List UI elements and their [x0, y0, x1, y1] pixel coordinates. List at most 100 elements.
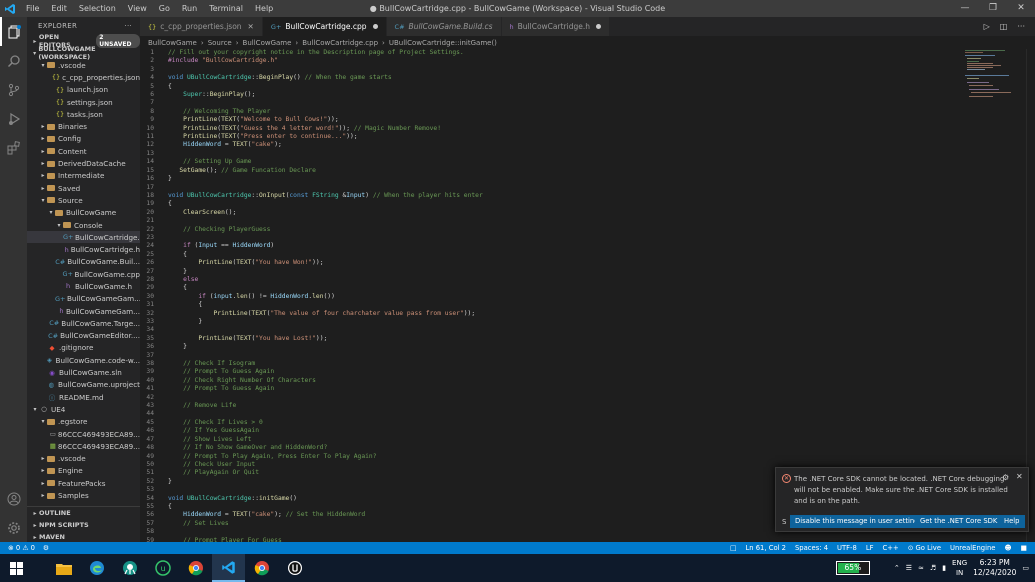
go-live-button[interactable]: ⊙ Go Live [908, 544, 941, 552]
encoding[interactable]: UTF-8 [837, 544, 857, 552]
language-mode[interactable]: C++ [883, 544, 899, 552]
tree-file[interactable]: ▭ 86CCC469493ECA89... [27, 428, 140, 440]
tree-file[interactable]: {} launch.json [27, 84, 140, 96]
unsaved-dot-icon[interactable] [595, 24, 601, 29]
get-dotnet-sdk-button[interactable]: Get the .NET Core SDK [915, 515, 1003, 528]
tree-file[interactable]: ⓘ README.md [27, 391, 140, 403]
disable-message-button[interactable]: Disable this message in user settings [790, 515, 928, 528]
minimap[interactable] [963, 49, 1025, 99]
minimize-icon[interactable]: — [951, 0, 979, 17]
tree-folder[interactable]: ▸ Samples [27, 489, 140, 501]
tree-folder[interactable]: ▸ .vscode [27, 453, 140, 465]
menu-item-selection[interactable]: Selection [73, 4, 122, 13]
edge-browser-icon[interactable] [80, 554, 113, 582]
tree-file[interactable]: G+BullCowCartridge.c... [27, 231, 140, 244]
volume-icon[interactable]: ♬ [930, 564, 936, 572]
chrome-icon[interactable] [179, 554, 212, 582]
wifi-icon[interactable]: ≈ [918, 564, 924, 572]
tree-folder[interactable]: ▾ .egstore [27, 416, 140, 428]
menu-item-view[interactable]: View [122, 4, 153, 13]
tree-file[interactable]: h BullCowGameGam... [27, 305, 140, 317]
tree-file[interactable]: G+ BullCowGame.cpp [27, 268, 140, 280]
tree-folder[interactable]: ▸ Binaries [27, 120, 140, 132]
source-control-icon[interactable] [0, 75, 27, 104]
menu-item-go[interactable]: Go [153, 4, 176, 13]
vscode-taskbar-icon[interactable] [212, 554, 245, 582]
unreal-engine-status[interactable]: UnrealEngine [950, 544, 995, 552]
editor-tab[interactable]: {} c_cpp_properties.json ✕ [140, 17, 263, 36]
clock[interactable]: 6:23 PM 12/24/2020 [973, 558, 1016, 578]
chevron-up-icon[interactable]: ⌃ [894, 564, 900, 572]
restore-icon[interactable]: ❐ [979, 0, 1007, 17]
battery-indicator[interactable]: 65% [835, 561, 870, 575]
close-window-icon[interactable]: ✕ [1007, 0, 1035, 17]
manage-gear-icon[interactable] [0, 513, 27, 542]
bell-icon[interactable]: □ [730, 544, 736, 552]
unreal-engine-icon[interactable] [278, 554, 311, 582]
workspace-section[interactable]: ▾ BULLCOWGAME (WORKSPACE) [27, 45, 140, 61]
maven-section[interactable]: ▸ MAVEN [27, 531, 140, 542]
cursor-position[interactable]: Ln 61, Col 2 [745, 544, 786, 552]
npm-scripts-section[interactable]: ▸ NPM SCRIPTS [27, 519, 140, 531]
help-button[interactable]: Help [999, 515, 1025, 528]
editor-tab[interactable]: C# BullCowGame.Build.cs [386, 17, 502, 36]
tree-file[interactable]: h BullCowGame.h [27, 280, 140, 292]
tree-file[interactable]: ◉ BullCowGame.sln [27, 366, 140, 378]
broadcast-icon[interactable]: ⚙ [43, 544, 49, 552]
breadcrumb-item[interactable]: Source [208, 39, 232, 47]
tree-file[interactable]: {} tasks.json [27, 108, 140, 120]
tree-file[interactable]: h BullCowCartridge.h [27, 243, 140, 255]
tree-folder[interactable]: ▾ Source [27, 194, 140, 206]
run-debug-icon[interactable] [0, 104, 27, 133]
close-tab-icon[interactable]: ✕ [248, 22, 254, 31]
menu-item-edit[interactable]: Edit [45, 4, 73, 13]
close-icon[interactable]: ✕ [1016, 472, 1023, 481]
breadcrumb-item[interactable]: BullCowCartridge.cpp [302, 39, 378, 47]
gear-icon[interactable]: ⚙ [1002, 473, 1009, 482]
tree-file[interactable]: {} settings.json [27, 96, 140, 108]
tree-folder[interactable]: ▸ Config [27, 133, 140, 145]
chrome-profile-icon[interactable] [245, 554, 278, 582]
notifications-bell-icon[interactable]: ■ [1021, 544, 1027, 552]
tree-file[interactable]: G+ BullCowGameGam... [27, 293, 140, 305]
extensions-icon[interactable] [0, 133, 27, 162]
editor-tab[interactable]: G+ BullCowCartridge.cpp [262, 17, 387, 36]
tree-file[interactable]: ◈ BullCowGame.code-w... [27, 354, 140, 366]
explorer-icon[interactable] [0, 17, 27, 46]
problems-indicator[interactable]: ⊗ 0 ⚠ 0 [8, 544, 35, 552]
network-icon[interactable]: ☰ [906, 564, 912, 572]
tree-folder[interactable]: ▸ Engine [27, 465, 140, 477]
menu-item-run[interactable]: Run [176, 4, 203, 13]
tree-file[interactable]: C# BullCowGame.Buil... [27, 256, 140, 268]
search-icon[interactable] [0, 46, 27, 75]
tree-folder[interactable]: ▸ FeaturePacks [27, 477, 140, 489]
account-icon[interactable] [0, 484, 27, 513]
menu-item-file[interactable]: File [20, 4, 45, 13]
gitkraken-icon[interactable] [113, 554, 146, 582]
action-center-icon[interactable]: ▭ [1022, 564, 1029, 572]
tree-folder[interactable]: ▸ DerivedDataCache [27, 157, 140, 169]
indentation[interactable]: Spaces: 4 [795, 544, 828, 552]
feedback-icon[interactable]: ☻ [1004, 544, 1011, 552]
tree-file[interactable]: ◍ BullCowGame.uproject [27, 379, 140, 391]
menu-item-terminal[interactable]: Terminal [203, 4, 249, 13]
tree-folder[interactable]: ▸ Content [27, 145, 140, 157]
tree-folder[interactable]: ▾ ○ UE4 [27, 403, 140, 415]
tree-folder[interactable]: ▾ BullCowGame [27, 207, 140, 219]
breadcrumb-item[interactable]: UBullCowCartridge::initGame() [389, 39, 497, 47]
breadcrumb-item[interactable]: BullCowGame [243, 39, 292, 47]
more-actions-icon[interactable]: ··· [124, 22, 132, 30]
tree-folder[interactable]: ▸ Saved [27, 182, 140, 194]
file-explorer-icon[interactable] [47, 554, 80, 582]
end-of-line[interactable]: LF [866, 544, 874, 552]
tree-file[interactable]: C# BullCowGameEditor.... [27, 330, 140, 342]
menu-item-help[interactable]: Help [249, 4, 279, 13]
split-editor-icon[interactable]: ◫ [1000, 22, 1008, 31]
editor-tab[interactable]: h BullCowCartridge.h [501, 17, 610, 36]
tree-folder[interactable]: ▾ Console [27, 219, 140, 231]
battery-tray-icon[interactable]: ▮ [942, 564, 946, 572]
input-language[interactable]: ENG IN [952, 558, 967, 578]
tree-file[interactable]: C# BullCowGame.Targe... [27, 317, 140, 329]
upwork-icon[interactable]: u [146, 554, 179, 582]
more-actions-icon[interactable]: ··· [1017, 22, 1025, 31]
